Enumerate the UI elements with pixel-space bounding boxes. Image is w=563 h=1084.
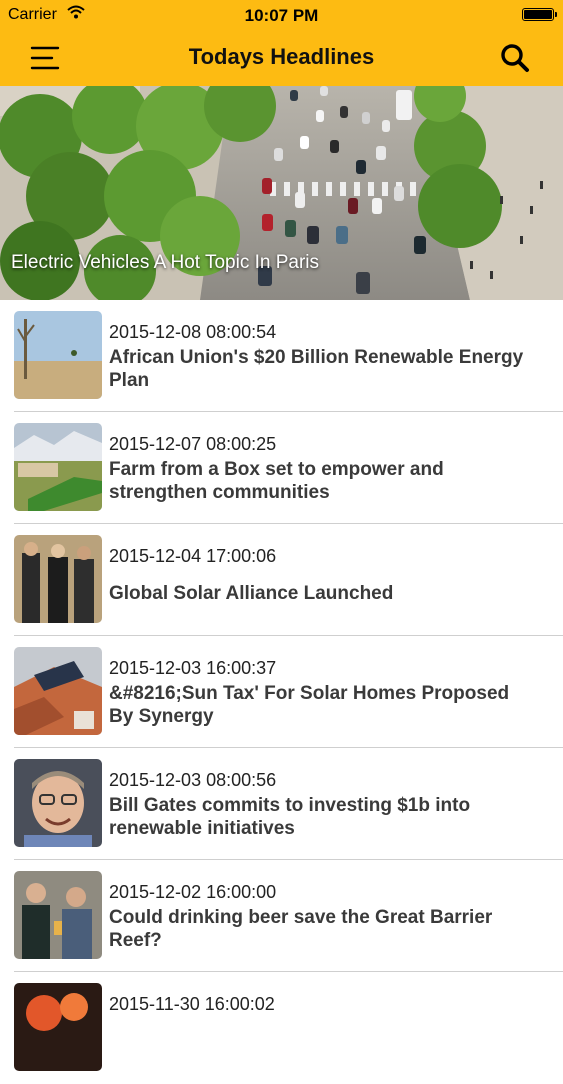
page-title: Todays Headlines (188, 44, 375, 69)
search-icon (501, 44, 529, 72)
list-item[interactable]: 2015-12-03 16:00:37 &#8216;Sun Tax' For … (0, 636, 563, 748)
article-headline: African Union's $20 Billion Renewable En… (109, 347, 524, 391)
navigation-bar: Todays Headlines (0, 30, 563, 86)
article-thumbnail (14, 983, 102, 1071)
article-headline: Global Solar Alliance Launched (109, 583, 394, 604)
list-item[interactable]: 2015-12-03 08:00:56 Bill Gates commits t… (0, 748, 563, 860)
article-date: 2015-12-03 08:00:56 (109, 770, 277, 790)
article-headline: &#8216;Sun Tax' For Solar Homes Proposed… (109, 683, 510, 727)
list-item[interactable]: 2015-12-02 16:00:00 Could drinking beer … (0, 860, 563, 972)
article-thumbnail (14, 535, 102, 623)
status-bar: Carrier 10:07 PM (0, 0, 563, 30)
featured-story-caption: Electric Vehicles A Hot Topic In Paris (11, 252, 320, 273)
list-item[interactable]: 2015-12-04 17:00:06 Global Solar Allianc… (0, 524, 563, 636)
article-date: 2015-12-03 16:00:37 (109, 658, 277, 678)
article-headline: Could drinking beer save the Great Barri… (109, 907, 493, 951)
article-headline: Farm from a Box set to empower and stren… (109, 459, 444, 503)
search-button[interactable] (497, 40, 535, 78)
featured-story[interactable]: Electric Vehicles A Hot Topic In Paris (0, 86, 563, 300)
article-headline: Bill Gates commits to investing $1b into… (109, 795, 471, 839)
article-thumbnail (14, 311, 102, 399)
article-date: 2015-12-08 08:00:54 (109, 322, 277, 342)
article-thumbnail (14, 871, 102, 959)
article-thumbnail (14, 759, 102, 847)
list-item[interactable]: 2015-12-07 08:00:25 Farm from a Box set … (0, 412, 563, 524)
news-list: 2015-12-08 08:00:54 African Union's $20 … (0, 300, 563, 1084)
list-item[interactable]: 2015-11-30 16:00:02 (0, 972, 563, 1084)
list-item[interactable]: 2015-12-08 08:00:54 African Union's $20 … (0, 300, 563, 412)
article-thumbnail (14, 423, 102, 511)
article-date: 2015-12-04 17:00:06 (109, 546, 277, 566)
article-date: 2015-11-30 16:00:02 (109, 994, 275, 1014)
article-thumbnail (14, 647, 102, 735)
article-date: 2015-12-02 16:00:00 (109, 882, 277, 902)
article-date: 2015-12-07 08:00:25 (109, 434, 277, 454)
battery-icon (522, 8, 557, 21)
status-time: 10:07 PM (244, 6, 319, 25)
